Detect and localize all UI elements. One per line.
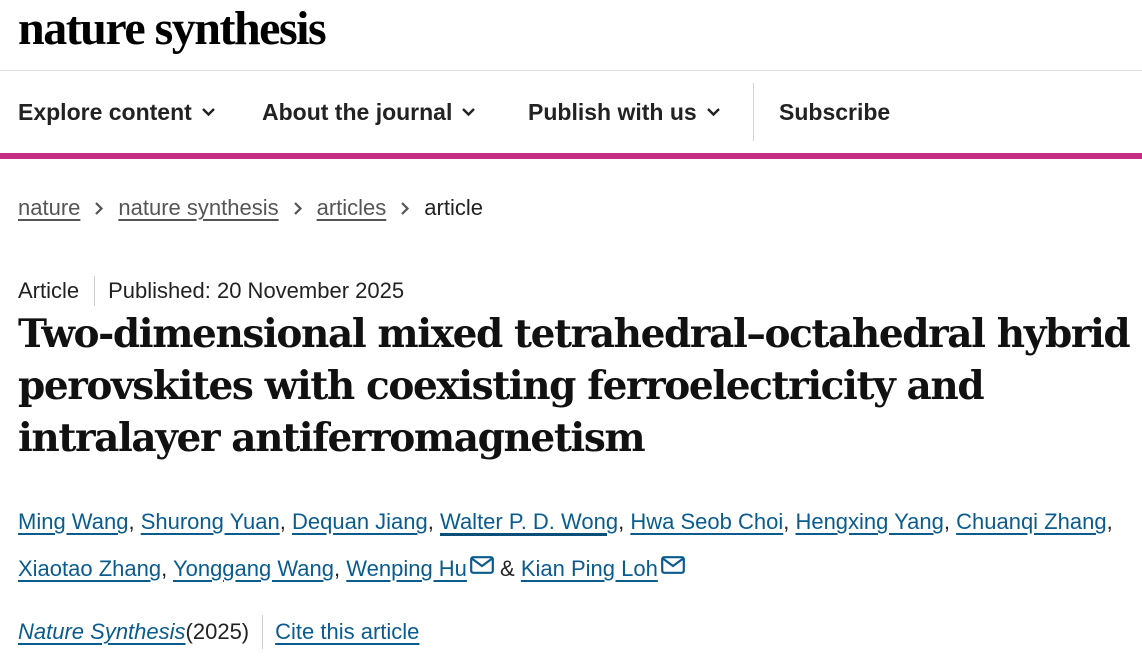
author-separator: , [128,509,141,534]
cite-article-link[interactable]: Cite this article [275,619,419,645]
breadcrumb-articles[interactable]: articles [317,195,387,221]
published-date: Published: 20 November 2025 [108,278,405,303]
article-type: Article [18,278,80,303]
author-link[interactable]: Hengxing Yang [795,509,943,534]
journal-logo[interactable]: nature synthesis [18,0,327,60]
nav-explore-content[interactable]: Explore content [18,71,216,153]
nav-subscribe-label: Subscribe [779,98,891,125]
author-link[interactable]: Xiaotao Zhang [18,556,161,581]
author-link[interactable]: Hwa Seob Choi [630,509,783,534]
author-separator: , [427,509,440,534]
article-meta: Article Published: 20 November 2025 [18,276,405,306]
publication-year: (2025) [185,619,250,644]
author-link-hovered[interactable]: Walter P. D. Wong [440,509,618,534]
nav-about-label: About the journal [262,98,453,125]
chevron-right-icon [94,201,104,216]
author-link[interactable]: Yonggang Wang [173,556,334,581]
citation-divider [262,615,264,649]
citation-line: Nature Synthesis (2025) Cite this articl… [18,615,419,649]
meta-divider [94,276,96,306]
nav-publish-label: Publish with us [528,98,697,125]
nav-explore-label: Explore content [18,98,192,125]
site-header: nature synthesis [0,0,1142,71]
author-separator: , [943,509,957,534]
accent-bar [0,153,1142,159]
breadcrumb-current: article [424,195,483,220]
author-list: Ming Wang, Shurong Yuan, Dequan Jiang, W… [18,498,1128,592]
chevron-down-icon [706,107,721,117]
author-separator-amp: & [493,556,521,581]
chevron-right-icon [400,201,410,216]
breadcrumb-nature[interactable]: nature [18,195,80,221]
author-separator: , [279,509,292,534]
author-link[interactable]: Shurong Yuan [141,509,280,534]
article-title: Two-dimensional mixed tetrahedral–octahe… [18,311,1131,461]
main-nav: Explore content About the journal Publis… [0,71,1142,153]
mail-icon[interactable] [660,556,685,574]
chevron-down-icon [461,107,476,117]
author-separator: , [334,556,347,581]
author-link[interactable]: Chuanqi Zhang [956,509,1106,534]
breadcrumb: nature nature synthesis articles article [18,193,483,223]
mail-icon[interactable] [470,556,494,574]
breadcrumb-nature-synthesis[interactable]: nature synthesis [118,195,278,221]
author-link[interactable]: Dequan Jiang [292,509,428,534]
chevron-right-icon [293,201,303,216]
author-separator: , [783,509,796,534]
author-separator: , [618,509,631,534]
author-link[interactable]: Wenping Hu [346,556,467,581]
author-link[interactable]: Ming Wang [18,509,128,534]
nav-subscribe[interactable]: Subscribe [779,71,890,153]
journal-link[interactable]: Nature Synthesis [18,619,186,645]
nav-publish-with-us[interactable]: Publish with us [528,71,721,153]
author-separator: , [161,556,173,581]
author-separator: , [1106,509,1113,534]
nav-about-journal[interactable]: About the journal [262,71,476,153]
chevron-down-icon [201,107,216,117]
nav-divider [753,83,754,141]
author-link[interactable]: Kian Ping Loh [521,556,658,581]
